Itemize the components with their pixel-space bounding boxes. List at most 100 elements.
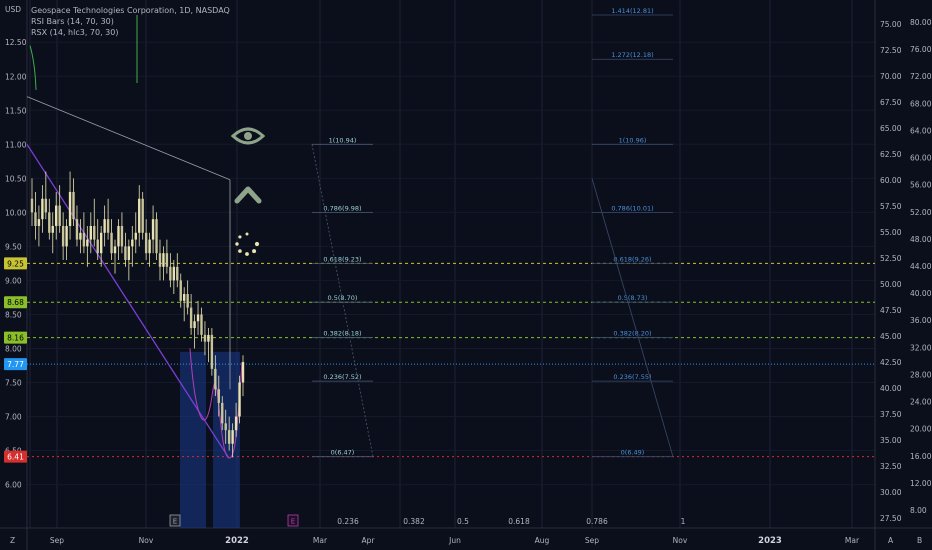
candle-body xyxy=(89,225,93,240)
fib-right-label: 0.5(8.73) xyxy=(618,294,648,302)
y-right-tick-a: 40.00 xyxy=(880,384,902,393)
candle-body xyxy=(48,212,51,233)
event-marker-label: E xyxy=(173,518,177,526)
y-right-tick-a: 67.50 xyxy=(880,98,902,107)
y-right-tick-b: 40.00 xyxy=(910,289,932,298)
fib-right-label: 0.382(8.20) xyxy=(613,330,651,338)
candle-body xyxy=(224,423,227,431)
y-left-tick: 7.00 xyxy=(5,413,22,422)
fib-right-diagonal xyxy=(591,178,674,457)
y-right-tick-b: 32.00 xyxy=(910,343,932,352)
candle-body xyxy=(41,198,44,220)
candle-body xyxy=(117,225,120,247)
candle-body xyxy=(65,225,68,247)
price-chart[interactable]: 1(10.94) 0.786(9.98) 0.618(9.23) 0.5(8.70) 0… xyxy=(0,0,932,550)
candle-body xyxy=(103,219,106,233)
price-tags: 9.25 8.68 8.16 7.77 6.41 xyxy=(4,257,27,463)
candle-body xyxy=(148,239,151,254)
candle-body xyxy=(176,266,179,281)
y-right-tick-a: 72.50 xyxy=(880,46,902,55)
chart-grid xyxy=(0,0,932,550)
price-tag-label: 6.41 xyxy=(7,453,24,462)
candle-body xyxy=(234,416,238,431)
candle-body xyxy=(131,239,134,247)
candle-body xyxy=(55,205,58,226)
x-tick: Nov xyxy=(139,536,154,545)
bottom-labels: 0.236 0.382 0.5 0.618 0.786 1 E E xyxy=(169,514,686,527)
legend-indicator-rsx[interactable]: RSX (14, hlc3, 70, 30) xyxy=(31,27,230,38)
candle-body xyxy=(214,368,217,390)
candle-body xyxy=(203,334,207,342)
trend-drawings xyxy=(26,15,243,459)
fib-left-label: 0(6.47) xyxy=(331,449,355,457)
y-right-tick-a: 50.00 xyxy=(880,280,902,289)
x-tick: 2022 xyxy=(225,536,249,546)
y-left-tick: 7.50 xyxy=(5,379,22,388)
chart-legend: Geospace Technologies Corporation, 1D, N… xyxy=(31,5,230,38)
event-marker-label: E xyxy=(291,518,295,526)
bottom-fib-label: 0.236 xyxy=(337,517,359,526)
x-tick: Mar xyxy=(845,536,860,545)
legend-indicator-rsi-bars[interactable]: RSI Bars (14, 70, 30) xyxy=(31,16,230,27)
candle-body xyxy=(37,219,41,226)
candle-body xyxy=(61,225,65,247)
candle-body xyxy=(44,198,48,213)
candle-body xyxy=(151,219,155,240)
candle-body xyxy=(51,225,54,233)
price-tag-label: 8.16 xyxy=(7,334,24,343)
eye-pupil xyxy=(244,132,252,140)
fib-right-label: 1(10.96) xyxy=(619,136,647,144)
candle-body xyxy=(231,430,234,444)
y-right-tick-a: 52.50 xyxy=(880,254,902,263)
y-right-tick-a: 75.00 xyxy=(880,20,902,29)
y-right-tick-b: 20.00 xyxy=(910,425,932,434)
loading-dot xyxy=(252,249,257,254)
loading-dot xyxy=(245,252,249,256)
candle-body xyxy=(138,198,141,233)
candle-body xyxy=(210,334,214,369)
fib-right-label: 1.414(12.81) xyxy=(611,7,653,15)
bottom-fib-label: 1 xyxy=(681,517,686,526)
chevron-up-icon xyxy=(234,186,262,204)
fib-right-label: 0.236(7.55) xyxy=(613,373,651,381)
y-right-tick-b: 44.00 xyxy=(910,262,932,271)
candle-body xyxy=(82,232,86,247)
y-right-tick-b: 76.00 xyxy=(910,45,932,54)
candle-body xyxy=(155,219,158,254)
fib-left-label: 0.786(9.98) xyxy=(323,204,361,212)
y-right-tick-a: 30.00 xyxy=(880,488,902,497)
candle-body xyxy=(58,205,61,226)
x-tick: Apr xyxy=(362,536,376,545)
y-right-tick-b: 36.00 xyxy=(910,316,932,325)
candle-body xyxy=(34,212,37,226)
y-right-tick-a: 60.00 xyxy=(880,176,902,185)
y-left-tick: 11.00 xyxy=(5,140,27,149)
candle-body xyxy=(99,232,103,254)
candle-body xyxy=(169,266,172,281)
candle-body xyxy=(120,225,124,247)
candle-body xyxy=(241,362,245,383)
x-tick: Aug xyxy=(535,536,550,545)
candle-body xyxy=(93,225,96,240)
y-left-tick: 6.00 xyxy=(5,481,22,490)
candle-body xyxy=(221,402,224,424)
y-right-tick-b: 48.00 xyxy=(910,235,932,244)
y-right-tick-b: 16.00 xyxy=(910,452,932,461)
y-right-tick-a: 32.50 xyxy=(880,462,902,471)
y-right-tick-a: 45.00 xyxy=(880,332,902,341)
bottom-fib-label: 0.5 xyxy=(457,517,469,526)
y-left-tick: 10.50 xyxy=(5,174,27,183)
candle-body xyxy=(193,321,196,329)
candle-body xyxy=(189,307,193,329)
y-right-tick-a: 35.00 xyxy=(880,436,902,445)
currency-label: USD xyxy=(5,5,21,14)
candle-body xyxy=(217,389,220,403)
y-left-tick: 12.50 xyxy=(5,38,27,47)
y-right-tick-b: 64.00 xyxy=(910,126,932,135)
price-tag-label: 9.25 xyxy=(7,259,24,268)
y-right-tick-a: 37.50 xyxy=(880,410,902,419)
fib-right-label: 0.786(10.01) xyxy=(611,204,653,212)
candle-body xyxy=(110,232,113,254)
loading-dot xyxy=(238,235,242,239)
price-tag-label: 8.68 xyxy=(7,298,24,307)
